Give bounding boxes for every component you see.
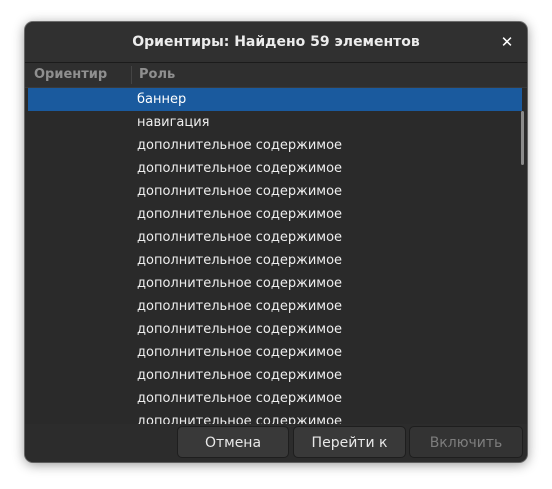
list-item[interactable]: дополнительное содержимое	[28, 272, 522, 295]
list-item[interactable]: дополнительное содержимое	[28, 318, 522, 341]
go-to-button[interactable]: Перейти к	[293, 426, 406, 458]
list-item[interactable]: баннер	[28, 88, 522, 111]
list-item[interactable]: дополнительное содержимое	[28, 249, 522, 272]
list-item[interactable]: дополнительное содержимое	[28, 295, 522, 318]
list-header: Ориентир Роль	[25, 63, 527, 88]
list-item[interactable]: дополнительное содержимое	[28, 203, 522, 226]
button-bar: Отмена Перейти к Включить	[25, 424, 527, 462]
list-item[interactable]: дополнительное содержимое	[28, 364, 522, 387]
column-header-role[interactable]: Роль	[139, 63, 175, 87]
list-item[interactable]: дополнительное содержимое	[28, 387, 522, 410]
list-item[interactable]: дополнительное содержимое	[28, 157, 522, 180]
list-item[interactable]: дополнительное содержимое	[28, 134, 522, 157]
cancel-button[interactable]: Отмена	[177, 426, 289, 458]
list-rows: баннер навигация дополнительное содержим…	[28, 88, 522, 424]
landmarks-list[interactable]: Ориентир Роль баннер навигация дополните…	[25, 63, 527, 424]
list-item[interactable]: дополнительное содержимое	[28, 410, 522, 424]
list-item[interactable]: дополнительное содержимое	[28, 180, 522, 203]
window-title: Ориентиры: Найдено 59 элементов	[132, 34, 420, 50]
title-bar: Ориентиры: Найдено 59 элементов ✕	[25, 22, 527, 63]
close-icon[interactable]: ✕	[497, 32, 517, 52]
vertical-scrollbar[interactable]	[521, 111, 524, 165]
column-header-landmark[interactable]: Ориентир	[34, 63, 107, 87]
column-separator[interactable]	[131, 66, 132, 84]
activate-button[interactable]: Включить	[409, 426, 523, 458]
list-item[interactable]: навигация	[28, 111, 522, 134]
list-item[interactable]: дополнительное содержимое	[28, 226, 522, 249]
list-item[interactable]: дополнительное содержимое	[28, 341, 522, 364]
landmarks-dialog: Ориентиры: Найдено 59 элементов ✕ Ориент…	[25, 22, 527, 462]
